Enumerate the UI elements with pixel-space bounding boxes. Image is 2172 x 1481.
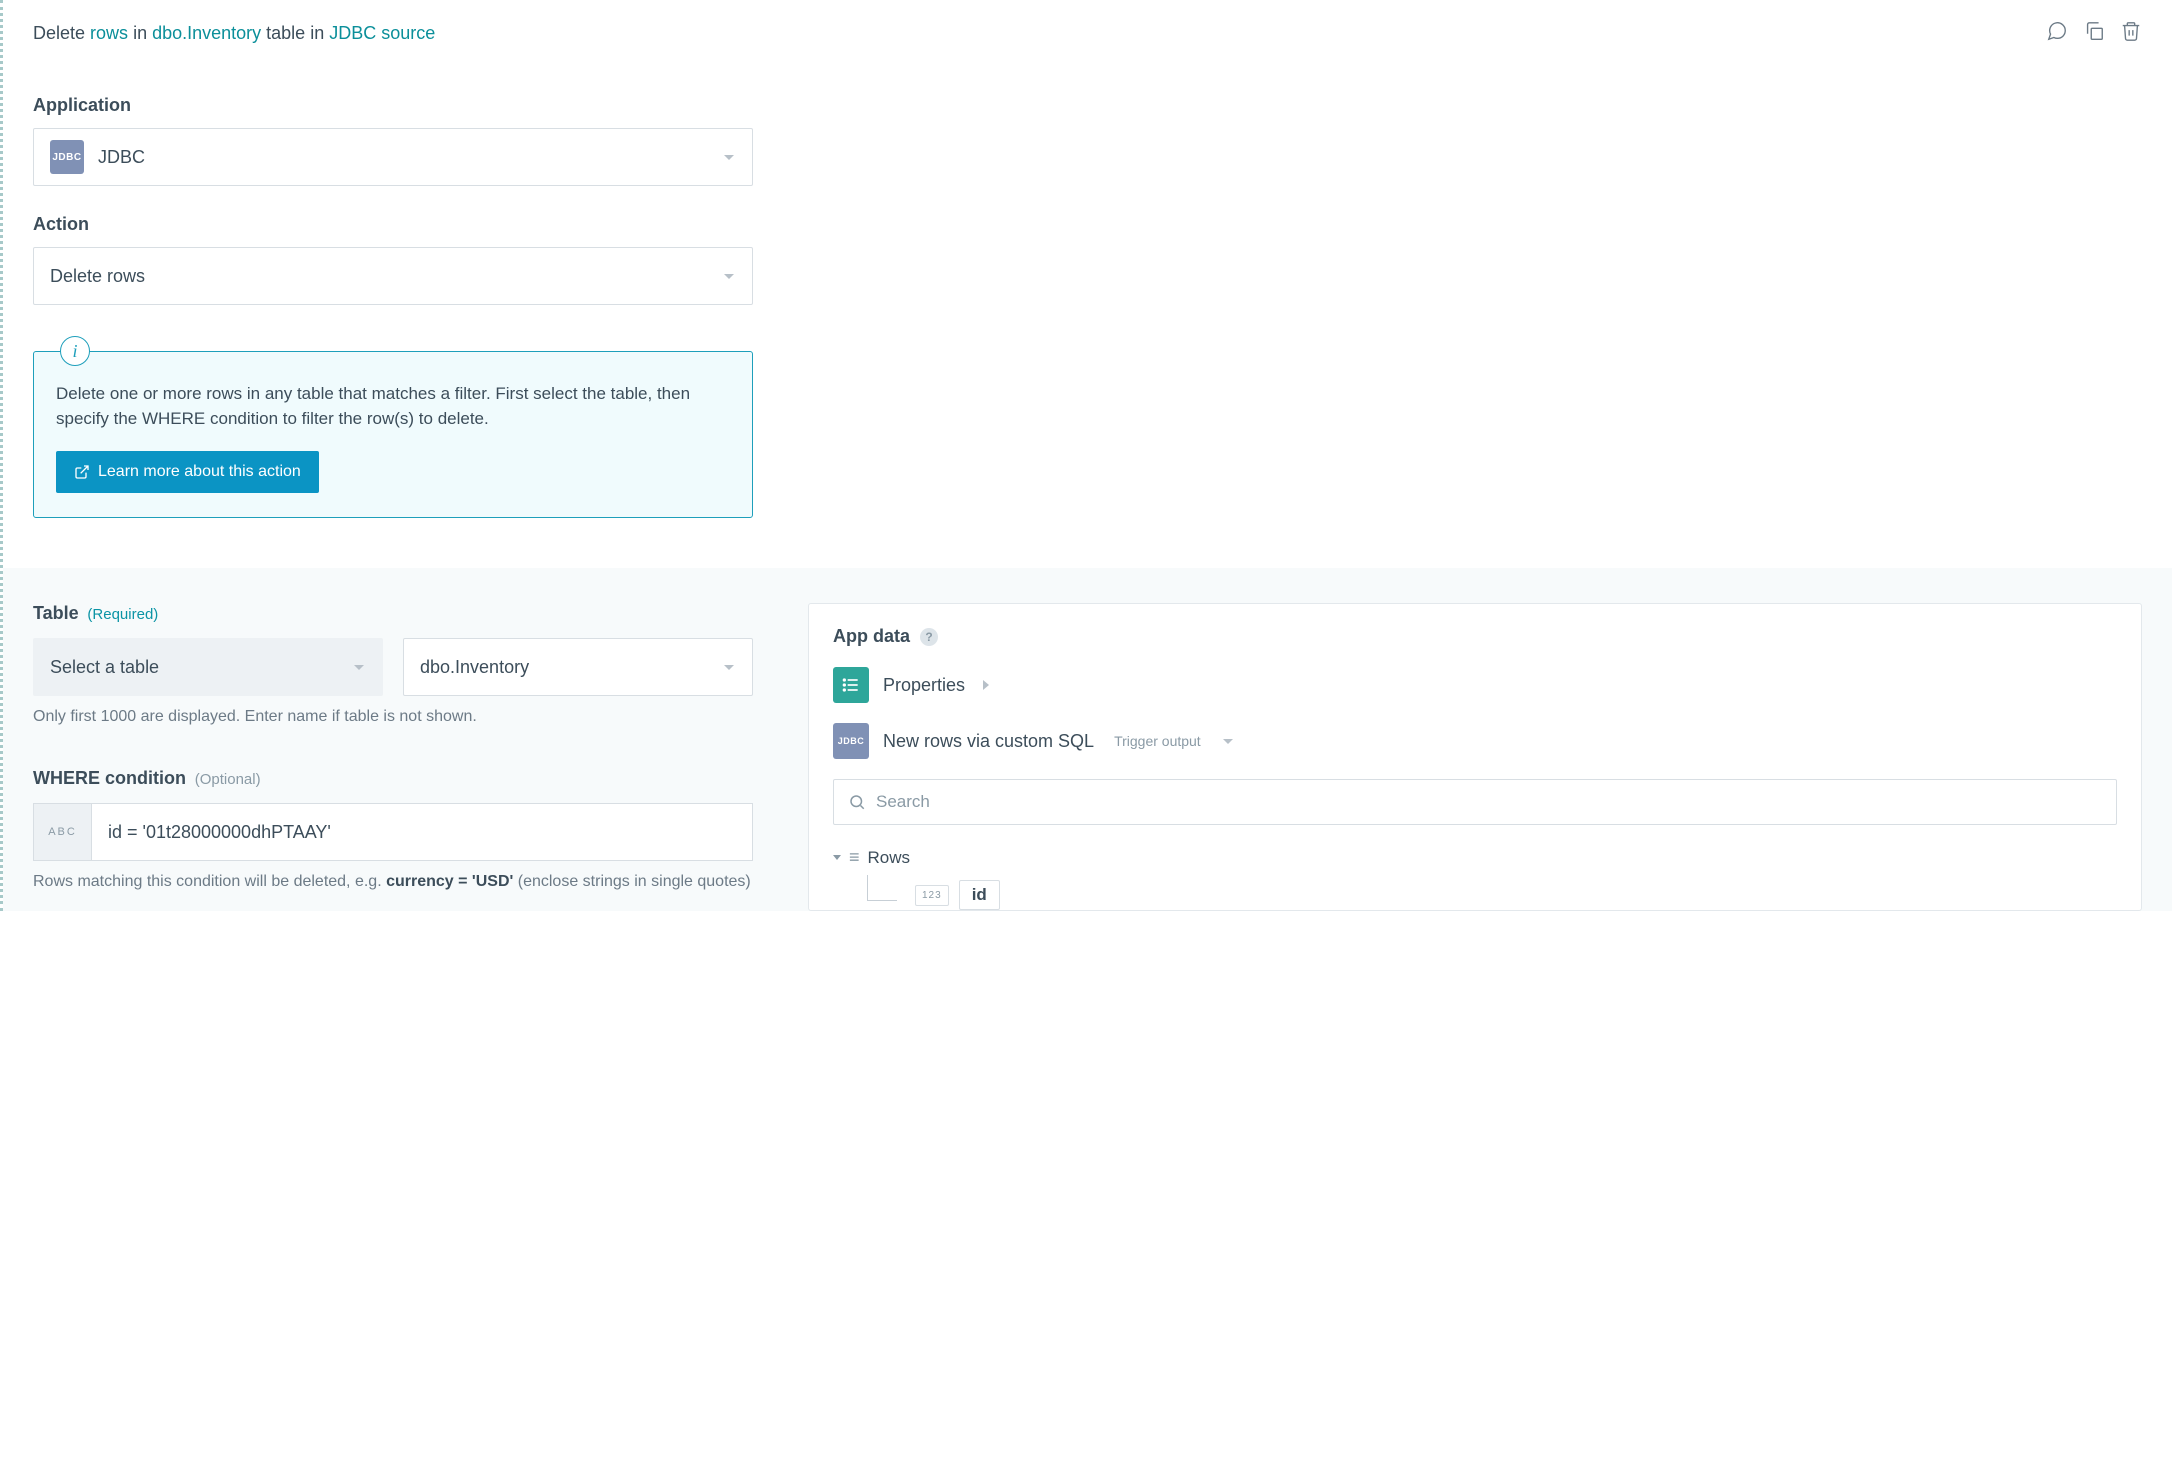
jdbc-icon: JDBC	[833, 723, 869, 759]
info-callout: i Delete one or more rows in any table t…	[33, 351, 753, 518]
required-tag: (Required)	[87, 606, 158, 623]
application-label: Application	[33, 95, 2142, 116]
chevron-down-icon	[724, 274, 734, 279]
rows-tree-node[interactable]: ≡ Rows	[833, 847, 2117, 868]
table-label: Table	[33, 603, 79, 623]
panel-title: App data	[833, 626, 910, 647]
title-table-link[interactable]: dbo.Inventory	[152, 23, 261, 43]
search-icon	[848, 793, 866, 811]
optional-tag: (Optional)	[195, 771, 261, 788]
chevron-down-icon	[1223, 739, 1233, 744]
title-source-link[interactable]: JDBC source	[329, 23, 435, 43]
table-hint: Only first 1000 are displayed. Enter nam…	[33, 708, 753, 726]
list-icon: ≡	[849, 847, 860, 868]
table-select[interactable]: dbo.Inventory	[403, 638, 753, 696]
list-icon	[833, 667, 869, 703]
chevron-right-icon	[983, 680, 989, 690]
select-table-mode[interactable]: Select a table	[33, 638, 383, 696]
search-input-wrap[interactable]	[833, 779, 2117, 825]
page-title: Delete rows in dbo.Inventory table in JD…	[33, 23, 435, 44]
application-select[interactable]: JDBC JDBC	[33, 128, 753, 186]
newrows-item[interactable]: JDBC New rows via custom SQL Trigger out…	[833, 723, 2117, 759]
help-icon[interactable]: ?	[920, 628, 938, 646]
where-input[interactable]	[91, 803, 753, 861]
info-icon: i	[60, 336, 90, 366]
title-rows-link[interactable]: rows	[90, 23, 128, 43]
info-text: Delete one or more rows in any table tha…	[56, 382, 730, 431]
external-link-icon	[74, 464, 90, 480]
type-number-icon: 123	[915, 885, 949, 906]
comment-icon[interactable]	[2046, 20, 2068, 47]
action-select[interactable]: Delete rows	[33, 247, 753, 305]
chevron-down-icon	[354, 665, 364, 670]
search-input[interactable]	[876, 792, 2102, 812]
properties-item[interactable]: Properties	[833, 667, 2117, 703]
chevron-down-icon	[724, 665, 734, 670]
action-label: Action	[33, 214, 2142, 235]
jdbc-icon: JDBC	[50, 140, 84, 174]
where-label: WHERE condition	[33, 768, 186, 788]
learn-more-button[interactable]: Learn more about this action	[56, 451, 319, 493]
copy-icon[interactable]	[2083, 20, 2105, 47]
text-type-icon: ABC	[33, 803, 91, 861]
delete-icon[interactable]	[2120, 20, 2142, 47]
where-hint: Rows matching this condition will be del…	[33, 873, 753, 891]
tree-branch	[867, 875, 897, 901]
chevron-down-icon	[724, 155, 734, 160]
id-field-chip[interactable]: id	[959, 880, 1000, 910]
chevron-down-icon	[833, 855, 841, 860]
app-data-panel: App data ? Properties JDBC New rows via …	[808, 603, 2142, 911]
